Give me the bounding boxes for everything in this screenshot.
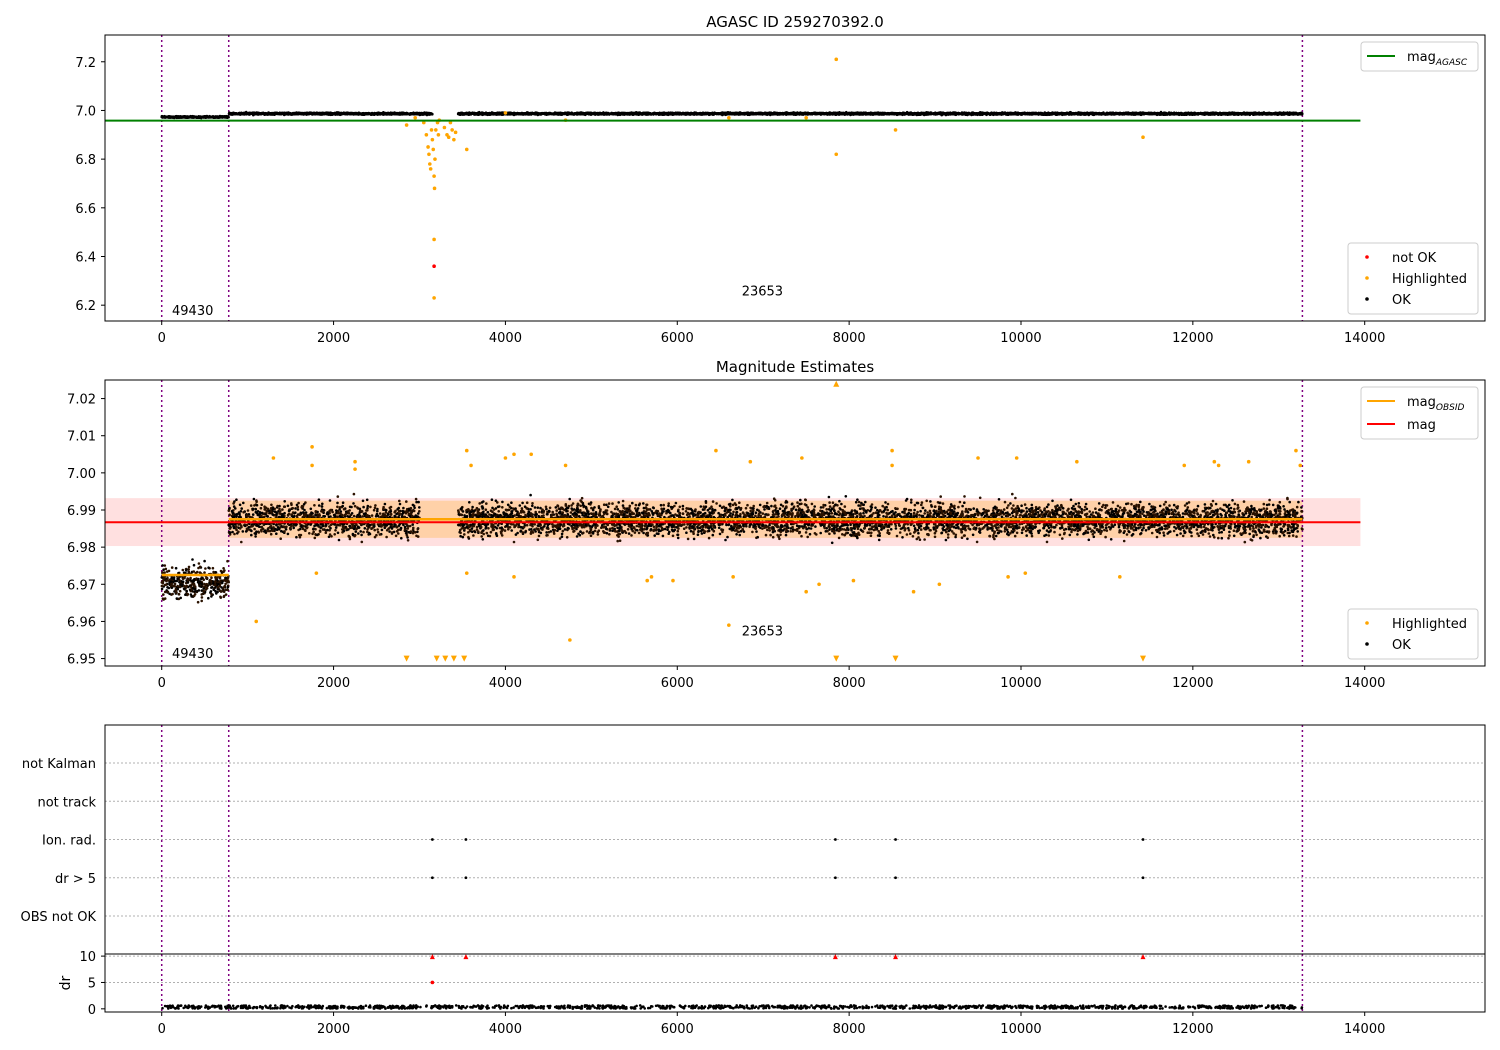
data-point: [240, 112, 243, 115]
data-point: [183, 116, 187, 119]
data-point: [206, 115, 209, 118]
data-point: [163, 114, 166, 118]
data-point: [301, 112, 304, 115]
data-point: [294, 112, 297, 116]
data-point: [352, 112, 356, 116]
data-point: [340, 112, 344, 116]
data-point: [405, 112, 409, 116]
data-point: [390, 112, 394, 115]
data-point: [312, 111, 316, 115]
data-point: [211, 115, 215, 119]
data-point: [197, 115, 200, 119]
data-point: [169, 115, 173, 119]
data-point: [222, 115, 225, 118]
data-point: [430, 112, 433, 115]
data-point: [218, 115, 221, 119]
data-point: [427, 112, 431, 116]
data-point: [423, 111, 426, 114]
data-point: [263, 113, 267, 116]
data-point: [215, 116, 218, 119]
data-point: [328, 112, 331, 115]
data-point: [279, 112, 283, 116]
data-point: [248, 112, 251, 116]
data-point: [297, 112, 301, 115]
data-point: [259, 112, 263, 116]
panel-mag-agasc: AGASC ID 259270392.0 magAGASC not OKHigh…: [75, 13, 1486, 346]
data-point: [343, 112, 347, 115]
data-point: [290, 112, 294, 116]
data-point: [358, 112, 362, 116]
data-point: [411, 112, 414, 116]
data-point: [373, 113, 376, 116]
data-point: [288, 112, 292, 115]
data-point: [307, 112, 311, 116]
data-point: [381, 112, 385, 115]
data-point: [244, 112, 248, 115]
data-point: [322, 112, 326, 115]
data-point: [387, 112, 391, 115]
data-point: [401, 112, 405, 115]
data-point: [202, 115, 205, 119]
data-point: [376, 112, 379, 115]
data-point: [181, 115, 184, 119]
data-point: [393, 112, 397, 116]
data-point: [398, 113, 402, 116]
data-point: [395, 112, 399, 115]
data-point: [228, 112, 232, 115]
data-point: [226, 116, 229, 119]
data-point: [175, 116, 178, 119]
data-point: [266, 112, 269, 115]
data-point: [256, 112, 260, 115]
data-point: [413, 112, 417, 115]
data-point: [282, 112, 285, 116]
data-point: [189, 115, 193, 119]
data-point: [368, 112, 372, 115]
data-point: [318, 112, 322, 116]
data-point: [232, 112, 235, 116]
data-point: [336, 112, 339, 116]
data-point: [253, 112, 257, 115]
data-point: [332, 112, 336, 116]
data-point: [362, 112, 365, 115]
data-point: [187, 115, 190, 119]
data-point: [273, 112, 277, 116]
data-point: [269, 112, 272, 116]
data-point: [364, 112, 368, 115]
data-point: [419, 112, 423, 116]
panel1-title: AGASC ID 259270392.0: [706, 13, 884, 31]
data-point: [238, 111, 241, 115]
figure: AGASC ID 259270392.0 magAGASC not OKHigh…: [21, 13, 1486, 1037]
series-ok: [160, 110, 1304, 120]
data-point: [178, 115, 182, 119]
